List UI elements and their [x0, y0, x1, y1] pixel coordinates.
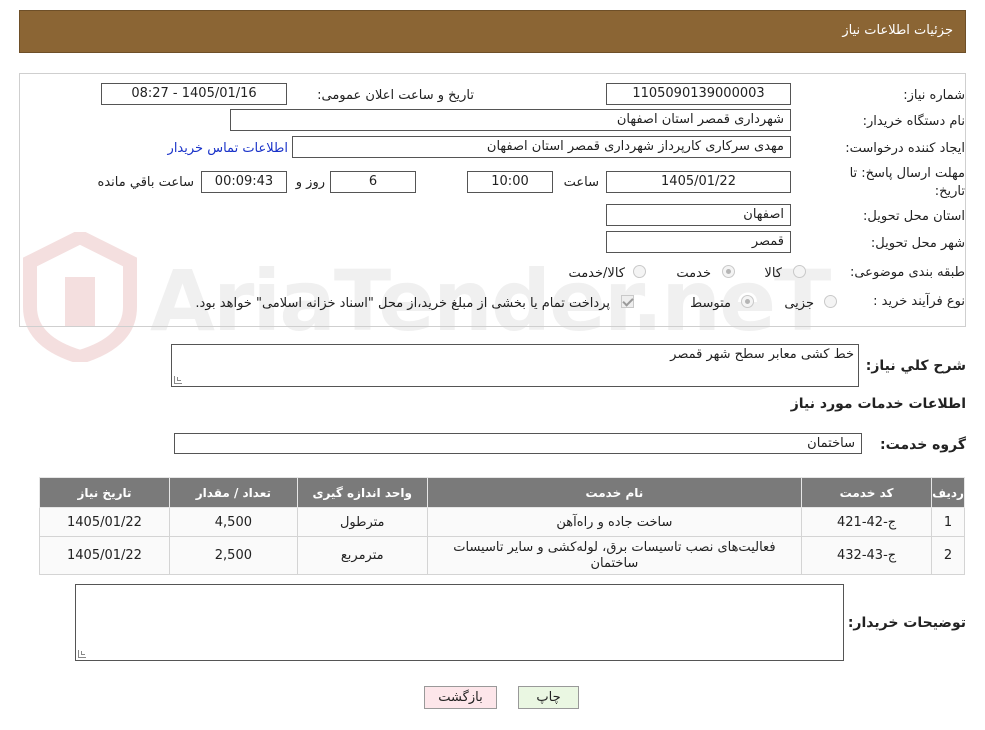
category-goods-radio[interactable]: [793, 265, 806, 278]
services-table: رديف کد خدمت نام خدمت واحد اندازه گيری ت…: [39, 477, 965, 575]
days-label: روز و: [295, 175, 325, 190]
category-service-radio[interactable]: [722, 265, 735, 278]
back-button[interactable]: بازگشت: [424, 686, 497, 709]
deadline-label: مهلت ارسال پاسخ: تا: [849, 166, 965, 181]
col-date: تاريخ نياز: [39, 477, 170, 508]
buyer-notes-field[interactable]: [75, 584, 844, 661]
row-code: ج-42-421: [801, 507, 933, 537]
delivery-province-field: اصفهان: [606, 204, 791, 226]
delivery-city-label: شهر محل تحویل:: [870, 236, 965, 251]
buyer-org-field: شهرداری قمصر استان اصفهان: [230, 109, 791, 131]
announce-datetime-label: تاریخ و ساعت اعلان عمومی:: [317, 88, 474, 103]
row-qty: 2,500: [168, 536, 298, 575]
process-minor-radio[interactable]: [824, 295, 837, 308]
buyer-notes-label: توضيحات خريدار:: [847, 615, 966, 631]
announce-datetime-field: 1405/01/16 - 08:27: [101, 83, 287, 105]
col-code: کد خدمت: [801, 477, 933, 508]
deadline-time-label: ساعت: [563, 175, 599, 190]
process-medium-radio[interactable]: [741, 295, 754, 308]
description-label: شرح کلي نياز:: [865, 358, 966, 374]
category-goods-label: کالا: [764, 266, 782, 281]
need-number-field: 1105090139000003: [606, 83, 791, 105]
print-button[interactable]: چاپ: [518, 686, 579, 709]
buyer-org-label: نام دستگاه خریدار:: [862, 114, 965, 129]
description-text: خط کشی معابر سطح شهر قمصر: [670, 347, 854, 362]
row-unit: مترمربع: [296, 536, 428, 575]
row-code: ج-43-432: [801, 536, 933, 575]
remaining-time-label: ساعت باقي مانده: [97, 175, 194, 190]
row-index: 2: [931, 536, 965, 575]
table-row: 2 ج-43-432 فعالیت‌های نصب تاسیسات برق، ل…: [39, 536, 965, 575]
services-section-title: اطلاعات خدمات مورد نياز: [790, 396, 966, 412]
process-medium-label: متوسط: [690, 296, 731, 311]
deadline-time-field: 10:00: [467, 171, 553, 193]
treasury-payment-checkbox[interactable]: [621, 295, 634, 308]
service-group-field: ساختمان: [174, 433, 862, 454]
table-header-row: رديف کد خدمت نام خدمت واحد اندازه گيری ت…: [39, 477, 965, 508]
buyer-contact-link[interactable]: اطلاعات تماس خریدار: [168, 141, 288, 156]
deadline-label-date: تاریخ:: [934, 184, 965, 199]
remaining-time-field: 00:09:43: [201, 171, 287, 193]
process-minor-label: جزیی: [784, 296, 814, 311]
row-name: فعالیت‌های نصب تاسیسات برق، لوله‌کشی و س…: [426, 536, 803, 575]
row-qty: 4,500: [168, 507, 298, 537]
page-header: جزئیات اطلاعات نیاز: [19, 10, 966, 53]
resize-grip-icon[interactable]: [174, 376, 182, 384]
row-date: 1405/01/22: [39, 507, 170, 537]
description-field: خط کشی معابر سطح شهر قمصر: [171, 344, 859, 387]
page-title: جزئیات اطلاعات نیاز: [842, 23, 953, 38]
process-type-label: نوع فرآیند خرید :: [873, 294, 965, 309]
delivery-city-field: قمصر: [606, 231, 791, 253]
col-name: نام خدمت: [426, 477, 803, 508]
row-index: 1: [931, 507, 965, 537]
col-unit: واحد اندازه گيری: [296, 477, 428, 508]
row-unit: مترطول: [296, 507, 428, 537]
request-creator-field: مهدی سرکاری کارپرداز شهرداری قمصر استان …: [292, 136, 791, 158]
service-group-label: گروه خدمت:: [880, 437, 966, 453]
treasury-payment-note: پرداخت تمام یا بخشی از مبلغ خرید،از محل …: [195, 296, 610, 311]
row-date: 1405/01/22: [39, 536, 170, 575]
request-creator-label: ایجاد کننده درخواست:: [845, 141, 965, 156]
row-name: ساخت جاده و راه‌آهن: [426, 507, 803, 537]
category-service-label: خدمت: [676, 266, 711, 281]
need-number-label: شماره نیاز:: [903, 88, 965, 103]
category-goods-service-label: کالا/خدمت: [568, 266, 625, 281]
col-index: رديف: [931, 477, 965, 508]
resize-grip-icon[interactable]: [78, 650, 86, 658]
remaining-days-field: 6: [330, 171, 416, 193]
category-label: طبقه بندی موضوعی:: [849, 265, 965, 280]
delivery-province-label: استان محل تحویل:: [863, 209, 965, 224]
category-goods-service-radio[interactable]: [633, 265, 646, 278]
col-qty: تعداد / مقدار: [168, 477, 298, 508]
table-row: 1 ج-42-421 ساخت جاده و راه‌آهن مترطول 4,…: [39, 507, 965, 537]
deadline-date-field: 1405/01/22: [606, 171, 791, 193]
